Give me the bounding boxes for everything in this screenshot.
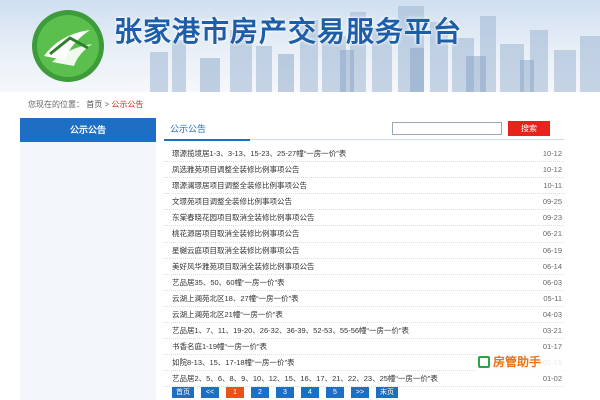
page-3-button[interactable]: 3 [276, 387, 294, 398]
list-item-title[interactable]: 艺品居1、7、11、19-20、26-32、36-39、52-53、55-56幢… [172, 323, 409, 338]
list-item[interactable]: 东棠春晓花园项目取消全装修比例事项公告 09-23 [164, 210, 564, 227]
search-button[interactable]: 搜索 [508, 121, 550, 136]
list-item[interactable]: 璟源澜璟居项目调整全装修比例事项公告 10-11 [164, 178, 564, 195]
list-item-date: 10-12 [542, 149, 562, 158]
list-item-date: 03-21 [542, 326, 562, 336]
breadcrumb-separator: > [104, 100, 110, 109]
search-input[interactable] [392, 122, 502, 135]
page-next-button[interactable]: >> [351, 387, 369, 398]
site-title: 张家港市房产交易服务平台 [114, 15, 463, 48]
list-item-title[interactable]: 艺品居2、5、6、8、9、10、12、15、16、17、21、22、23、25幢… [172, 371, 438, 386]
list-item-title[interactable]: 桃花源居项目取消全装修比例事项公告 [172, 226, 300, 241]
sidebar: 公示公告 [20, 118, 156, 400]
breadcrumb-current: 公示公告 [111, 100, 144, 109]
list-item[interactable]: 文璟苑项目调整全装修比例事项公告 09-25 [164, 194, 564, 211]
breadcrumb-home-link[interactable]: 首页 [86, 100, 102, 109]
list-item[interactable]: 桃花源居项目取消全装修比例事项公告 06-21 [164, 226, 564, 243]
list-item-date: 09-23 [542, 213, 562, 223]
list-item[interactable]: 凤选雅苑项目调整全装修比例事项公告 10-12 [164, 162, 564, 179]
list-item-title[interactable]: 东棠春晓花园项目取消全装修比例事项公告 [172, 210, 315, 225]
list-item-title[interactable]: 星樾云庭项目取消全装修比例事项公告 [172, 243, 300, 258]
breadcrumb: 您现在的位置： 首页 > 公示公告 [28, 98, 143, 112]
list-item-title[interactable]: 璟源揽境居1-3、3-13、15-23、25-27幢“一房一价”表 [172, 146, 346, 161]
list-item-date: 09-25 [542, 197, 562, 207]
list-item-title[interactable]: 如院8-13、15、17-18幢“一房一价”表 [172, 355, 295, 370]
list-item-date: 04-03 [542, 309, 562, 319]
list-item-date: 06-19 [542, 245, 562, 255]
breadcrumb-prefix: 您现在的位置： [28, 100, 84, 109]
main-header: 公示公告 搜索 [163, 118, 564, 141]
list-item-title[interactable]: 璟源澜璟居项目调整全装修比例事项公告 [172, 178, 307, 193]
list-item[interactable]: 艺品居2、5、6、8、9、10、12、15、16、17、21、22、23、25幢… [164, 371, 564, 388]
list-item-title[interactable]: 凤选雅苑项目调整全装修比例事项公告 [172, 162, 300, 177]
page-2-button[interactable]: 2 [251, 387, 269, 398]
list-item[interactable]: 艺品居35、50、60幢“一房一价”表 06-03 [164, 275, 564, 291]
list-item-date: 06-03 [542, 277, 562, 287]
page-1-button[interactable]: 1 [226, 387, 244, 398]
page-4-button[interactable]: 4 [301, 387, 319, 398]
list-item-title[interactable]: 书香名庭1-19幢“一房一价”表 [172, 339, 267, 354]
page-last-button[interactable]: 末页 [376, 387, 398, 398]
sidebar-heading[interactable]: 公示公告 [20, 118, 156, 142]
watermark-text: 房管助手 [493, 355, 542, 369]
page-first-button[interactable]: 首页 [172, 387, 194, 398]
list-item-date: 06-14 [542, 261, 562, 271]
list-item[interactable]: 云湖上澜苑北区18、27幢“一房一价”表 05-11 [164, 291, 564, 307]
app-logo-icon [478, 356, 490, 368]
list-item[interactable]: 美好风华雅苑项目取消全装修比例事项公告 06-14 [164, 259, 564, 275]
list-item-date: 06-21 [542, 229, 562, 239]
list-item-title[interactable]: 美好风华雅苑项目取消全装修比例事项公告 [172, 259, 315, 274]
header-banner: 张家港市房产交易服务平台 [0, 0, 600, 92]
watermark-badge: 房管助手 [476, 352, 564, 372]
tab-announcements[interactable]: 公示公告 [163, 123, 251, 141]
list-item-title[interactable]: 云湖上澜苑北区21幢“一房一价”表 [172, 307, 283, 322]
page-prev-button[interactable]: << [201, 387, 219, 398]
list-item-date: 10-11 [543, 181, 562, 191]
list-item[interactable]: 艺品居1、7、11、19-20、26-32、36-39、52-53、55-56幢… [164, 323, 564, 340]
list-item-date: 10-12 [542, 165, 562, 175]
list-item-date: 05-11 [543, 293, 562, 303]
list-item-title[interactable]: 艺品居35、50、60幢“一房一价”表 [172, 275, 285, 290]
page-5-button[interactable]: 5 [326, 387, 344, 398]
list-item-title[interactable]: 文璟苑项目调整全装修比例事项公告 [172, 194, 292, 209]
list-item-title[interactable]: 云湖上澜苑北区18、27幢“一房一价”表 [172, 291, 299, 306]
site-logo-icon [32, 10, 104, 82]
list-item[interactable]: 璟源揽境居1-3、3-13、15-23、25-27幢“一房一价”表 10-12 [164, 146, 564, 163]
list-item-date: 01-02 [542, 374, 562, 384]
list-item[interactable]: 星樾云庭项目取消全装修比例事项公告 06-19 [164, 243, 564, 259]
list-item[interactable]: 云湖上澜苑北区21幢“一房一价”表 04-03 [164, 307, 564, 324]
